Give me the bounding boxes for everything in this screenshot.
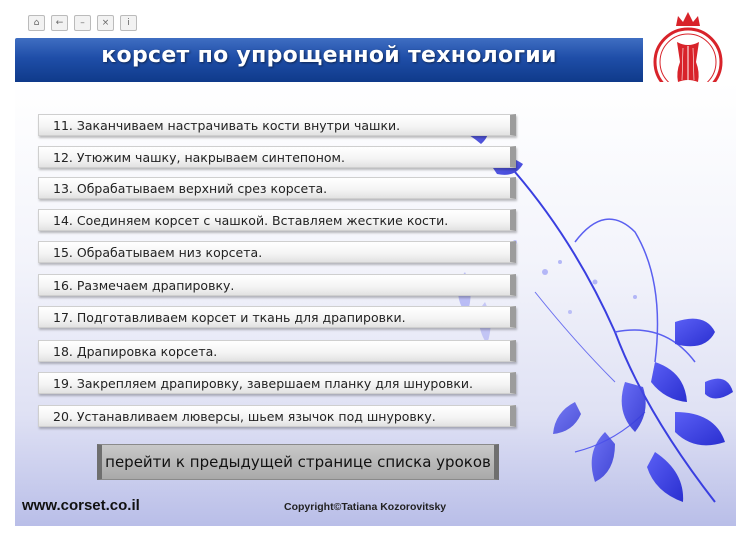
lesson-item[interactable]: 15. Обрабатываем низ корсета. [38, 241, 516, 263]
title-bar: корсет по упрощенной технологии [15, 38, 643, 82]
info-icon[interactable]: i [120, 15, 137, 31]
page-title: корсет по упрощенной технологии [101, 43, 557, 68]
content-area: 11. Заканчиваем настрачивать кости внутр… [15, 82, 736, 526]
page: ⌂ ← – × i корсет по упрощенной технологи… [0, 0, 751, 542]
close-icon[interactable]: × [97, 15, 114, 31]
copyright-text: Copyright©Tatiana Kozorovitsky [284, 501, 447, 513]
lesson-item[interactable]: 11. Заканчиваем настрачивать кости внутр… [38, 114, 516, 136]
lesson-item[interactable]: 17. Подготавливаем корсет и ткань для др… [38, 306, 516, 328]
lesson-item[interactable]: 18. Драпировка корсета. [38, 340, 516, 362]
lesson-item[interactable]: 14. Соединяем корсет с чашкой. Вставляем… [38, 209, 516, 231]
home-icon[interactable]: ⌂ [28, 15, 45, 31]
previous-page-button[interactable]: перейти к предыдущей странице списка уро… [97, 444, 499, 480]
lesson-item[interactable]: 20. Устанавливаем люверсы, шьем язычок п… [38, 405, 516, 427]
lesson-item[interactable]: 13. Обрабатываем верхний срез корсета. [38, 177, 516, 199]
toolbar: ⌂ ← – × i [28, 15, 137, 31]
minimize-icon[interactable]: – [74, 15, 91, 31]
back-icon[interactable]: ← [51, 15, 68, 31]
lesson-item[interactable]: 19. Закрепляем драпировку, завершаем пла… [38, 372, 516, 394]
lesson-item[interactable]: 12. Утюжим чашку, накрываем синтепоном. [38, 146, 516, 168]
footer-url[interactable]: www.corset.co.il [22, 497, 140, 514]
lesson-item[interactable]: 16. Размечаем драпировку. [38, 274, 516, 296]
